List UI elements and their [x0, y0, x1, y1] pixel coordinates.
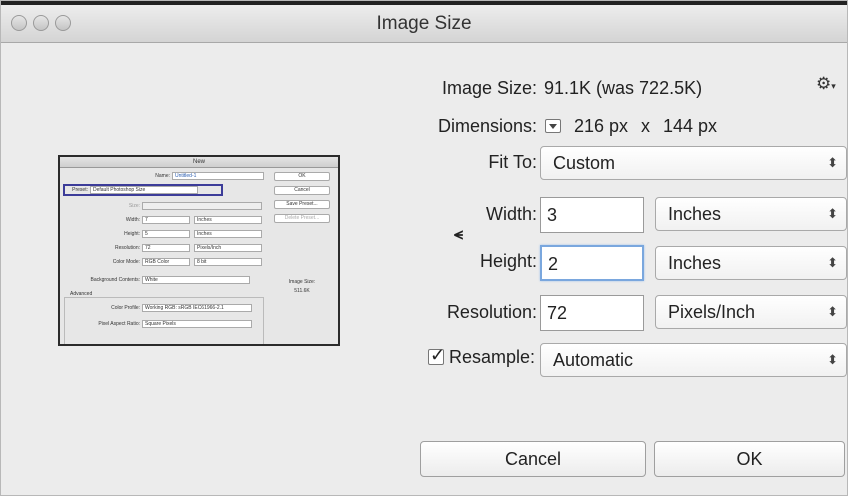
preview-ok-button: OK [274, 172, 330, 181]
preview-color-bits-field: 8 bit [194, 258, 262, 266]
select-arrows-icon: ⬍ [827, 304, 838, 319]
preview-width-field: 7 [142, 216, 190, 224]
select-arrows-icon: ⬍ [827, 352, 838, 367]
dialog-content: New Name: Untitled-1 Preset: Default Pho… [1, 44, 847, 495]
preview-preset-field: Default Photoshop Size [90, 186, 198, 194]
resolution-label: Resolution: [446, 302, 537, 322]
checkmark-icon: ✓ [430, 345, 446, 365]
resolution-unit-value: Pixels/Inch [668, 302, 756, 322]
window-title: Image Size [376, 13, 472, 34]
preview-background-field: White [142, 276, 250, 284]
fit-to-label: Fit To: [488, 152, 537, 172]
preview-color-mode-field: RGB Color [142, 258, 190, 266]
image-size-label: Image Size: [441, 78, 537, 98]
resample-label: Resample: [449, 347, 536, 367]
preview-name-field: Untitled-1 [172, 172, 264, 180]
height-unit-value: Inches [668, 253, 722, 273]
dimensions-height: 144 px [663, 116, 718, 136]
chain-link-icon[interactable]: ⪪ [454, 226, 463, 244]
preview-background-label: Background Contents: [90, 277, 140, 283]
width-unit-select[interactable]: Inches ⬍ [655, 197, 847, 231]
preview-image-size-label: Image Size: [288, 279, 316, 285]
image-size-value: 91.1K (was 722.5K) [544, 78, 703, 98]
preview-delete-preset-button: Delete Preset... [274, 214, 330, 223]
preview-height-field: 5 [142, 230, 190, 238]
image-size-dialog: Image Size New Name: Untitled-1 Preset: … [0, 0, 848, 496]
preview-name-label: Name: [155, 173, 170, 179]
dimensions-label: Dimensions: [437, 116, 537, 136]
preview-image-size-value: 511.6K [294, 288, 310, 294]
preview-height-label: Height: [124, 231, 140, 237]
preview-height-unit: Inches [194, 230, 262, 238]
width-unit-value: Inches [668, 204, 722, 224]
resample-checkbox[interactable]: ✓ [428, 345, 445, 365]
height-input[interactable]: 2 [540, 245, 644, 281]
resample-value: Automatic [553, 350, 634, 370]
select-arrows-icon: ⬍ [827, 206, 838, 221]
preview-width-unit: Inches [194, 216, 262, 224]
preview-title: New [60, 157, 338, 168]
dimensions-menu-icon[interactable] [545, 119, 561, 133]
preview-size-label: Size: [128, 203, 140, 209]
select-arrows-icon: ⬍ [827, 155, 838, 170]
fit-to-value: Custom [553, 153, 616, 173]
ok-button[interactable]: OK [654, 441, 845, 477]
preview-cancel-button: Cancel [274, 186, 330, 195]
preview-width-label: Width: [125, 217, 140, 223]
preview-save-preset-button: Save Preset... [274, 200, 330, 209]
height-label: Height: [479, 251, 537, 271]
gear-icon[interactable]: ⚙▾ [816, 74, 836, 94]
resample-select[interactable]: Automatic ⬍ [540, 343, 847, 377]
width-label: Width: [485, 204, 537, 224]
preview-pixel-aspect-label: Pixel Aspect Ratio: [98, 321, 140, 327]
dimensions-width: 216 px [574, 116, 629, 136]
resolution-input[interactable]: 72 [540, 295, 644, 331]
cancel-button[interactable]: Cancel [420, 441, 646, 477]
preview-resolution-field: 72 [142, 244, 190, 252]
resolution-unit-select[interactable]: Pixels/Inch ⬍ [655, 295, 847, 329]
preview-color-profile-field: Working RGB: sRGB IEC61966-2.1 [142, 304, 252, 312]
preview-resolution-unit: Pixels/Inch [194, 244, 262, 252]
title-bar: Image Size [1, 1, 847, 43]
preview-size-field [142, 202, 262, 210]
preview-preset-label: Preset: [72, 187, 88, 193]
fit-to-select[interactable]: Custom ⬍ [540, 146, 847, 180]
width-input[interactable]: 3 [540, 197, 644, 233]
preview-resolution-label: Resolution: [114, 245, 140, 251]
dimensions-x: x [641, 116, 650, 136]
preview-color-profile-label: Color Profile: [111, 305, 140, 311]
image-preview: New Name: Untitled-1 Preset: Default Pho… [58, 155, 340, 346]
height-unit-select[interactable]: Inches ⬍ [655, 246, 847, 280]
preview-pixel-aspect-field: Square Pixels [142, 320, 252, 328]
select-arrows-icon: ⬍ [827, 255, 838, 270]
preview-color-mode-label: Color Mode: [112, 259, 140, 265]
